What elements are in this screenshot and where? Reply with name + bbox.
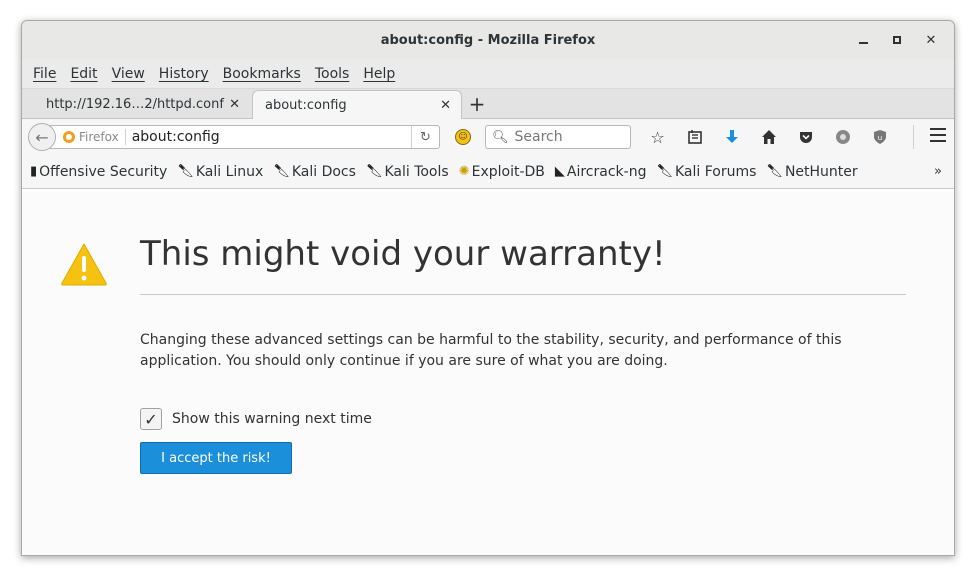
bookmark-label: Kali Forums	[674, 163, 757, 180]
menu-tools[interactable]: Tools	[308, 66, 357, 82]
menu-history[interactable]: History	[152, 66, 216, 82]
exploitdb-icon: ✺	[458, 164, 470, 179]
identity-label: Firefox	[79, 130, 119, 144]
about-config-warning-page: This might void your warranty! Changing …	[22, 192, 954, 555]
search-placeholder: Search	[514, 129, 563, 145]
pocket-icon[interactable]	[787, 123, 824, 151]
menu-view[interactable]: View	[105, 66, 152, 82]
bookmark-label: NetHunter	[784, 163, 858, 180]
accept-risk-button[interactable]: I accept the risk!	[140, 442, 292, 474]
bookmark-label: Offensive Security	[39, 163, 168, 180]
bookmark-label: Exploit-DB	[471, 163, 545, 180]
bookmark-label: Kali Tools	[384, 163, 449, 180]
bookmark-offensive-security[interactable]: ▮ Offensive Security	[30, 164, 167, 180]
url-text[interactable]: about:config	[126, 129, 220, 145]
checkmark-icon: ✓	[144, 409, 158, 429]
menu-edit[interactable]: Edit	[63, 66, 104, 82]
menu-help[interactable]: Help	[356, 66, 402, 82]
arrow-left-icon: ←	[35, 127, 49, 147]
toolbar-icons: ☆ u	[639, 123, 898, 151]
kali-dragon-icon: 🔪︎	[177, 164, 194, 179]
minimize-icon	[858, 42, 868, 44]
firefox-icon	[63, 131, 75, 143]
bookmark-kali-tools[interactable]: 🔪︎ Kali Tools	[366, 164, 449, 180]
plus-icon: +	[468, 92, 486, 116]
aircrack-icon: ◣	[554, 164, 565, 179]
bookmark-exploit-db[interactable]: ✺ Exploit-DB	[459, 164, 545, 180]
bookmark-star-icon[interactable]: ☆	[639, 123, 676, 151]
new-tab-button[interactable]: +	[462, 90, 492, 118]
search-icon: 🔍︎	[492, 129, 509, 145]
show-warning-checkbox[interactable]: ✓	[140, 408, 162, 430]
bookmark-kali-docs[interactable]: 🔪︎ Kali Docs	[273, 164, 356, 180]
tab-bar: http://192.16…2/httpd.conf ✕ about:confi…	[22, 89, 954, 119]
page-title: This might void your warranty!	[140, 234, 666, 274]
bookmarks-overflow-icon[interactable]: »	[934, 164, 942, 179]
kali-dragon-icon: 🔪︎	[656, 164, 673, 179]
minimize-button[interactable]	[846, 25, 880, 55]
search-engine-icon[interactable]: ☺	[455, 129, 471, 145]
close-window-button[interactable]: ✕	[914, 25, 948, 55]
tab-label: http://192.16…2/httpd.conf	[46, 96, 224, 112]
back-button[interactable]: ←	[28, 123, 56, 151]
navigation-toolbar: ← Firefox about:config ↻ ☺ 🔍︎ Search ☆ u	[22, 119, 954, 155]
warning-icon	[61, 243, 107, 286]
tab-close-icon[interactable]: ✕	[229, 97, 240, 112]
url-bar[interactable]: Firefox about:config ↻	[44, 125, 440, 149]
tab-httpd-conf[interactable]: http://192.16…2/httpd.conf ✕	[36, 90, 250, 118]
browser-window: about:config - Mozilla Firefox ✕ File Ed…	[21, 20, 955, 556]
search-input[interactable]: 🔍︎ Search	[485, 125, 631, 149]
bookmark-aircrack-ng[interactable]: ◣ Aircrack-ng	[555, 164, 647, 180]
hamburger-menu-icon[interactable]	[930, 128, 946, 146]
window-controls: ✕	[846, 21, 948, 59]
menu-file[interactable]: File	[26, 66, 63, 82]
reload-button[interactable]: ↻	[411, 126, 439, 148]
home-icon[interactable]	[750, 123, 787, 151]
offsec-icon: ▮	[30, 164, 38, 179]
close-icon: ✕	[925, 32, 937, 48]
reload-icon: ↻	[420, 129, 431, 145]
kali-dragon-icon: 🔪︎	[273, 164, 290, 179]
tab-about-config[interactable]: about:config ✕	[252, 90, 462, 119]
bookmark-kali-linux[interactable]: 🔪︎ Kali Linux	[177, 164, 263, 180]
show-warning-checkbox-row[interactable]: ✓ Show this warning next time	[140, 408, 372, 430]
divider	[140, 294, 906, 295]
download-icon[interactable]	[713, 123, 750, 151]
identity-box[interactable]: Firefox	[63, 129, 126, 145]
toolbar-separator	[913, 125, 914, 149]
warning-description: Changing these advanced settings can be …	[140, 332, 842, 369]
window-title: about:config - Mozilla Firefox	[380, 32, 596, 48]
tab-close-icon[interactable]: ✕	[440, 98, 451, 113]
menu-bookmarks[interactable]: Bookmarks	[216, 66, 308, 82]
show-warning-label: Show this warning next time	[172, 411, 372, 427]
menu-bar: File Edit View History Bookmarks Tools H…	[22, 59, 954, 89]
bookmark-nethunter[interactable]: 🔪︎ NetHunter	[766, 164, 857, 180]
bookmark-label: Kali Docs	[291, 163, 356, 180]
kali-dragon-icon: 🔪︎	[766, 164, 783, 179]
bookmarks-toolbar: ▮ Offensive Security 🔪︎ Kali Linux 🔪︎ Ka…	[22, 155, 954, 189]
svg-text:u: u	[877, 134, 881, 142]
bookmark-label: Kali Linux	[195, 163, 264, 180]
maximize-button[interactable]	[880, 25, 914, 55]
ublock-icon[interactable]: u	[861, 123, 898, 151]
bookmark-kali-forums[interactable]: 🔪︎ Kali Forums	[656, 164, 756, 180]
extension-icon[interactable]	[824, 123, 861, 151]
kali-dragon-icon: 🔪︎	[365, 164, 383, 179]
maximize-icon	[893, 36, 901, 44]
title-bar: about:config - Mozilla Firefox ✕	[22, 21, 954, 59]
reading-list-icon[interactable]	[676, 123, 713, 151]
bookmark-label: Aircrack-ng	[566, 163, 647, 180]
tab-label: about:config	[265, 97, 347, 113]
